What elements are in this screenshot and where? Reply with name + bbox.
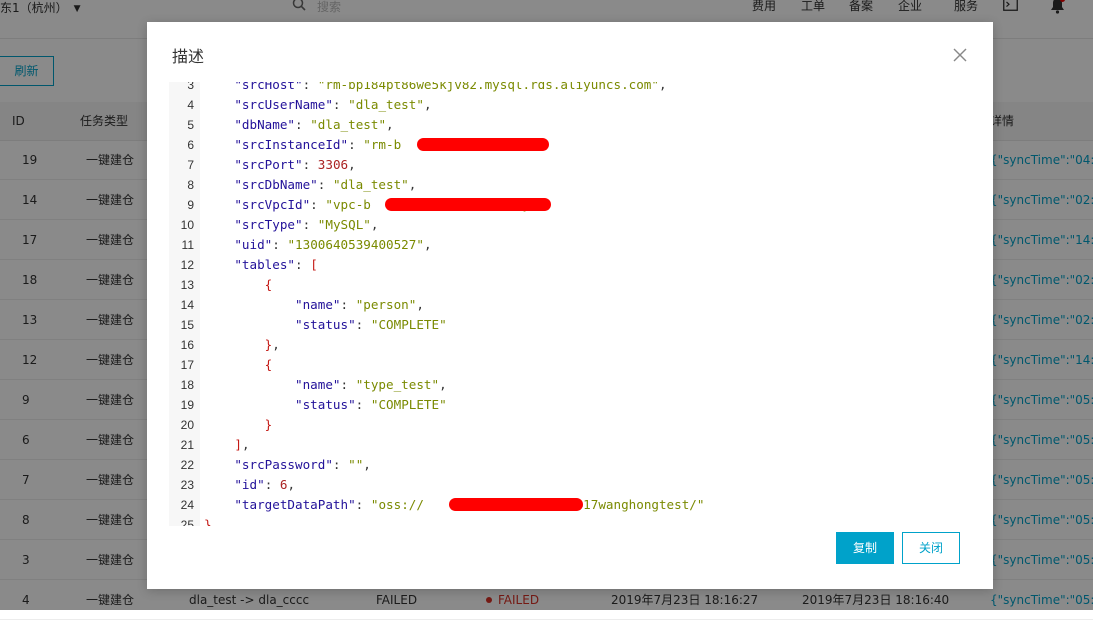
line-number: 3 bbox=[187, 82, 194, 92]
line-number: 24 bbox=[180, 498, 194, 512]
line-number: 17 bbox=[180, 358, 194, 372]
line-number: 19 bbox=[180, 398, 194, 412]
line-number: 8 bbox=[187, 178, 194, 192]
line-number: 5 bbox=[187, 118, 194, 132]
code-text: "name": "type_test", bbox=[295, 377, 447, 392]
code-text: "srcDbName": "dla_test", bbox=[234, 177, 417, 192]
line-number: 4 bbox=[187, 98, 194, 112]
line-number: 23 bbox=[180, 478, 194, 492]
line-number: 20 bbox=[180, 418, 194, 432]
line-number: 9 bbox=[187, 198, 194, 212]
code-text: "status": "COMPLETE" bbox=[295, 397, 447, 412]
description-dialog: 描述 3 "srcHost": "rm-bp184pt86we5kjv82.my… bbox=[147, 22, 993, 589]
line-number: 15 bbox=[180, 318, 194, 332]
line-number: 11 bbox=[181, 238, 194, 252]
code-text: "name": "person", bbox=[295, 297, 424, 312]
redaction-mark bbox=[449, 498, 583, 511]
code-text: } bbox=[264, 417, 273, 432]
code-text: "status": "COMPLETE" bbox=[295, 317, 447, 332]
close-icon[interactable] bbox=[951, 46, 969, 64]
line-number: 16 bbox=[180, 338, 194, 352]
code-text: "srcPassword": "", bbox=[234, 457, 371, 472]
code-text: }, bbox=[264, 337, 280, 352]
code-text: "tables": [ bbox=[234, 257, 318, 272]
code-text: { bbox=[264, 357, 273, 372]
json-code-viewer[interactable]: 3 "srcHost": "rm-bp184pt86we5kjv82.mysql… bbox=[169, 82, 966, 526]
line-number: 21 bbox=[180, 438, 194, 452]
code-text: } bbox=[204, 517, 212, 526]
code-text: "srcType": "MySQL", bbox=[234, 217, 379, 232]
line-number: 25 bbox=[180, 518, 194, 526]
line-number: 22 bbox=[180, 458, 194, 472]
code-text: { bbox=[264, 277, 273, 292]
line-number: 12 bbox=[180, 258, 194, 272]
line-number: 13 bbox=[180, 278, 194, 292]
code-text: "uid": "1300640539400527", bbox=[234, 237, 432, 252]
code-text: ], bbox=[234, 437, 250, 452]
line-number: 18 bbox=[180, 378, 194, 392]
copy-button[interactable]: 复制 bbox=[836, 532, 894, 564]
code-text: "srcUserName": "dla_test", bbox=[234, 97, 432, 112]
line-number: 7 bbox=[187, 158, 194, 172]
code-text: "srcPort": 3306, bbox=[234, 157, 356, 172]
close-button[interactable]: 关闭 bbox=[902, 532, 960, 564]
line-number: 6 bbox=[187, 138, 194, 152]
redaction-mark bbox=[417, 138, 549, 151]
code-text: "id": 6, bbox=[234, 477, 296, 492]
redaction-mark bbox=[385, 198, 551, 211]
line-number: 14 bbox=[180, 298, 194, 312]
code-text: "srcHost": "rm-bp184pt86we5kjv82.mysql.r… bbox=[234, 82, 667, 92]
code-text: "dbName": "dla_test", bbox=[234, 117, 394, 132]
line-number: 10 bbox=[180, 218, 194, 232]
dialog-title: 描述 bbox=[172, 47, 205, 66]
